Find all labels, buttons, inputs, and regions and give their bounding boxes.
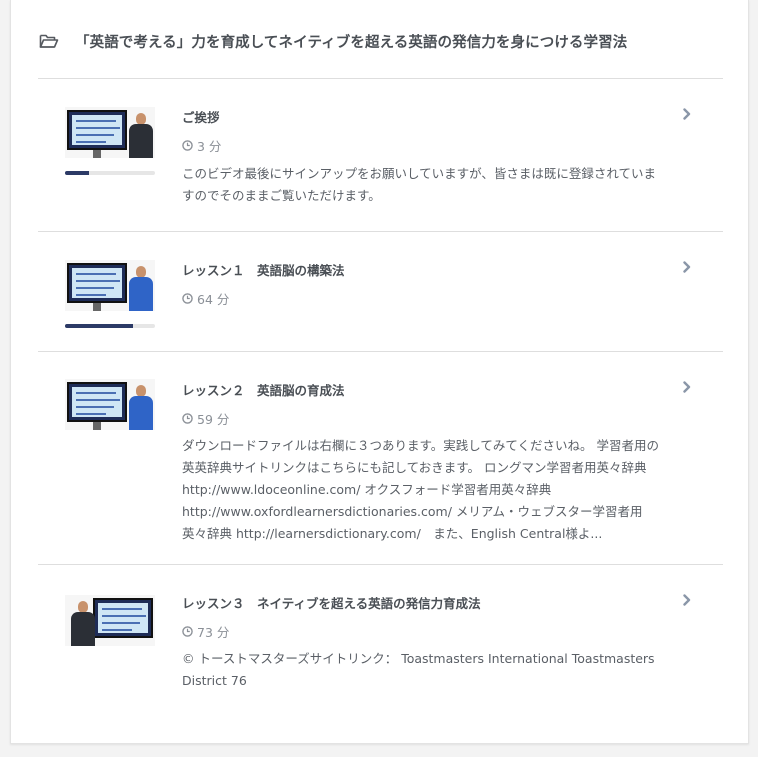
lecture-duration: 64 分 — [182, 289, 229, 308]
lecture-thumbnail — [65, 260, 155, 328]
lecture-duration: 59 分 — [182, 409, 229, 428]
lecture-item-2[interactable]: レッスン１ 英語脳の構築法 64 分 — [38, 232, 723, 351]
lecture-description: © トーストマスターズサイトリンク： Toastmasters Internat… — [182, 651, 655, 688]
lecture-item-1[interactable]: ご挨拶 3 分 このビデオ最後にサインアップをお願いしていますが、皆さまは既に登… — [38, 79, 723, 231]
duration-text: 64 分 — [197, 292, 230, 307]
lecture-description: このビデオ最後にサインアップをお願いしていますが、皆さまは既に登録されていますの… — [182, 166, 657, 203]
chevron-right-icon[interactable] — [682, 261, 692, 273]
lecture-title: レッスン１ 英語脳の構築法 — [182, 263, 345, 278]
duration-text: 73 分 — [197, 625, 230, 640]
lecture-title: ご挨拶 — [182, 110, 220, 125]
curriculum-card: 「英語で考える」力を育成してネイティブを超える英語の発信力を身につける学習法 ご… — [10, 0, 749, 744]
lecture-thumbnail — [65, 107, 155, 175]
clock-icon — [182, 626, 193, 637]
lecture-item-3[interactable]: レッスン２ 英語脳の育成法 59 分 ダウンロードファイルは右欄に３つあります。… — [38, 352, 723, 564]
duration-text: 59 分 — [197, 412, 230, 427]
lecture-duration: 73 分 — [182, 622, 229, 641]
lecture-thumbnail — [65, 595, 155, 646]
lecture-title: レッスン３ ネイティブを超える英語の発信力育成法 — [182, 596, 481, 611]
lecture-description: ダウンロードファイルは右欄に３つあります。実践してみてくださいね。 学習者用の英… — [182, 438, 659, 541]
progress-bar — [65, 324, 155, 328]
lecture-item-4[interactable]: レッスン３ ネイティブを超える英語の発信力育成法 73 分 © トーストマスター… — [38, 565, 723, 705]
chevron-right-icon[interactable] — [682, 108, 692, 120]
lecture-thumbnail — [65, 379, 155, 430]
progress-bar — [65, 171, 155, 175]
lecture-title: レッスン２ 英語脳の育成法 — [182, 383, 345, 398]
lecture-duration: 3 分 — [182, 136, 221, 155]
clock-icon — [182, 413, 193, 424]
section-title: 「英語で考える」力を育成してネイティブを超える英語の発信力を身につける学習法 — [75, 34, 628, 51]
progress-fill — [65, 171, 90, 175]
section-header: 「英語で考える」力を育成してネイティブを超える英語の発信力を身につける学習法 — [39, 28, 627, 54]
duration-text: 3 分 — [197, 139, 222, 154]
folder-open-icon — [39, 34, 59, 48]
clock-icon — [182, 140, 193, 151]
chevron-right-icon[interactable] — [682, 594, 692, 606]
clock-icon — [182, 293, 193, 304]
progress-fill — [65, 324, 133, 328]
chevron-right-icon[interactable] — [682, 381, 692, 393]
